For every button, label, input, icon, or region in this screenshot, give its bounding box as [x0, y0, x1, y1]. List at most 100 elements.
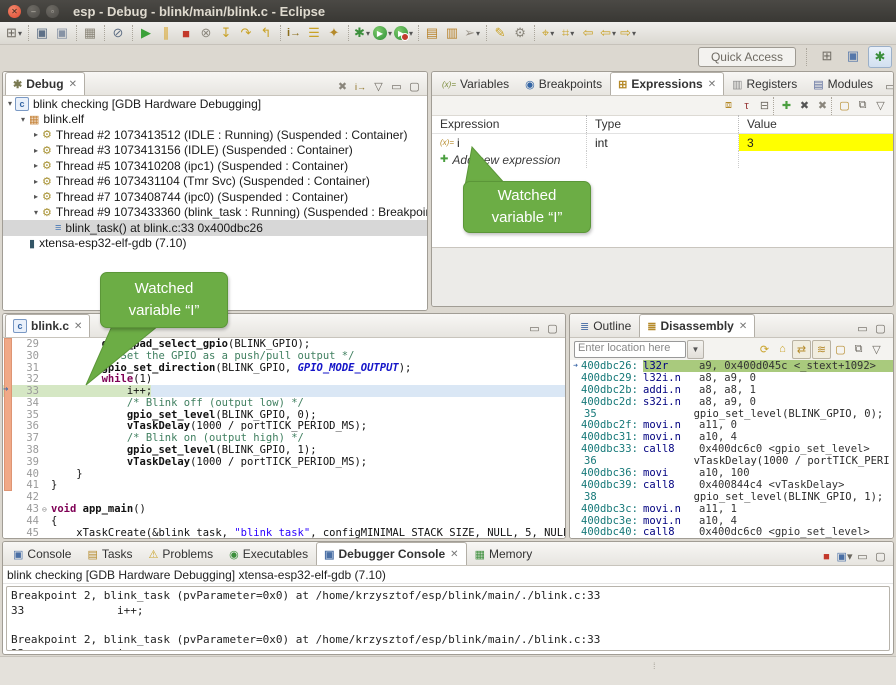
quick-access-box[interactable]: Quick Access	[698, 47, 796, 67]
new-view-button[interactable]: ▢	[836, 97, 853, 114]
tab-console[interactable]: ▣Console	[5, 542, 79, 565]
disassembly-line[interactable]: 400dbc2b:addi.na8, a8, 1	[570, 384, 893, 396]
disassembly-line[interactable]: ➜400dbc26:l32ra9, 0x400d045c <_stext+109…	[570, 360, 893, 372]
expression-value-cell[interactable]: 3	[739, 134, 893, 151]
window-close-button[interactable]: ✕	[8, 5, 21, 18]
dropdown-arrow-icon[interactable]: ▾	[847, 550, 853, 563]
open-connection-button[interactable]: ▤	[423, 24, 441, 42]
tab-debugger-console[interactable]: ▣Debugger Console✕	[316, 542, 466, 565]
disassembly-line[interactable]: 400dbc31:movi.na10, 4	[570, 431, 893, 443]
link-view-button[interactable]: ⧉	[850, 341, 867, 358]
statusbar-grip[interactable]: ⁞	[653, 661, 657, 671]
minimize-button[interactable]: ▭	[854, 548, 871, 565]
flash-target-button[interactable]: ➢▾	[463, 24, 481, 42]
code-line-38[interactable]: 38 gpio_set_level(BLINK_GPIO, 1);	[3, 444, 565, 456]
tab-modules[interactable]: ▤Modules	[805, 72, 881, 95]
close-icon[interactable]: ✕	[69, 79, 77, 90]
disassembly-line[interactable]: 35 gpio_set_level(BLINK_GPIO, 0);	[570, 408, 893, 420]
code-line-37[interactable]: 37 /* Blink on (output high) */	[3, 432, 565, 444]
home-button[interactable]: ⌂	[774, 341, 791, 358]
expression-name-cell[interactable]: (x)=i	[432, 134, 587, 151]
resume-button[interactable]: ▶	[137, 24, 155, 42]
step-return-button[interactable]: ↰	[257, 24, 275, 42]
disassembly-line[interactable]: 400dbc36:movia10, 100	[570, 467, 893, 479]
tab-debug[interactable]: ✱ Debug ✕	[5, 72, 85, 95]
show-debug-views-button[interactable]: ☰	[305, 24, 323, 42]
forward-button[interactable]: ⇨▾	[619, 24, 637, 42]
paintbrush-button[interactable]: ✎	[491, 24, 509, 42]
scroll-lock-button[interactable]: ⌗▾	[559, 24, 577, 42]
save-button[interactable]: ▣	[33, 24, 51, 42]
step-over-button[interactable]: ↷	[237, 24, 255, 42]
disassembly-line[interactable]: 400dbc2f:movi.na11, 0	[570, 419, 893, 431]
run-button[interactable]: ▶▾	[373, 24, 392, 42]
tab-outline[interactable]: ≣Outline	[572, 314, 639, 337]
view-menu-button[interactable]: ▽	[872, 97, 889, 114]
maximize-button[interactable]: ▢	[544, 320, 561, 337]
expression-detail-pane[interactable]	[432, 247, 893, 306]
remove-all-terminated-button[interactable]: ✖	[334, 78, 351, 95]
tab-memory[interactable]: ▦Memory	[467, 542, 541, 565]
step-filters-button[interactable]: ✦	[325, 24, 343, 42]
add-expression-row[interactable]: ✚ Add new expression	[432, 151, 893, 168]
tab-registers[interactable]: ▥Registers	[724, 72, 805, 95]
sync-context-button[interactable]: ⇄	[792, 340, 811, 359]
code-line-34[interactable]: 34 /* Blink off (output low) */	[3, 397, 565, 409]
suspend-button[interactable]: ∥	[157, 24, 175, 42]
maximize-button[interactable]: ▢	[406, 78, 423, 95]
refresh-button[interactable]: ⟳	[756, 341, 773, 358]
disassembly-line[interactable]: 400dbc33:call80x400dc6c0 <gpio_set_level…	[570, 443, 893, 455]
tab-blink-c[interactable]: c blink.c ✕	[5, 314, 90, 337]
disassembly-line[interactable]: 38 gpio_set_level(BLINK_GPIO, 1);	[570, 491, 893, 503]
new-wizard-button[interactable]: ⊞▾	[5, 24, 23, 42]
code-line-43[interactable]: 43⊖void app_main()	[3, 503, 565, 515]
column-header-value[interactable]: Value	[739, 115, 893, 133]
show-logical-structure-button[interactable]: ⧈	[720, 97, 737, 114]
close-icon[interactable]: ✕	[708, 79, 716, 90]
profile-button[interactable]: ▶▾	[394, 24, 413, 42]
expression-row[interactable]: (x)=iint3	[432, 134, 893, 151]
last-edit-location-button[interactable]: ⇦	[579, 24, 597, 42]
dropdown-arrow-icon[interactable]: ▾	[18, 29, 22, 38]
console-output[interactable]: Breakpoint 2, blink_task (pvParameter=0x…	[6, 586, 890, 651]
expression-type-cell[interactable]: int	[587, 134, 739, 151]
column-header-type[interactable]: Type	[587, 115, 739, 133]
dropdown-arrow-icon[interactable]: ▾	[570, 29, 574, 38]
maximize-button[interactable]: ▢	[872, 548, 889, 565]
close-icon[interactable]: ✕	[450, 549, 458, 560]
minimize-button[interactable]: ▭	[388, 78, 405, 95]
debug-tree-item[interactable]: ▾▦blink.elf	[3, 112, 427, 128]
dropdown-arrow-icon[interactable]: ▾	[409, 29, 413, 38]
build-button[interactable]: ▦	[81, 24, 99, 42]
view-menu-button[interactable]: ▽	[370, 78, 387, 95]
disassembly-line[interactable]: 400dbc39:call80x400844c4 <vTaskDelay>	[570, 479, 893, 491]
instruction-stepping-button[interactable]: i→	[285, 24, 303, 42]
code-line-33[interactable]: ➜33 i++;	[3, 385, 565, 397]
debug-button[interactable]: ✱▾	[353, 24, 371, 42]
show-source-button[interactable]: ≋	[812, 340, 831, 359]
location-dropdown-button[interactable]: ▼	[687, 340, 704, 359]
skip-all-breakpoints-button[interactable]: ⊘	[109, 24, 127, 42]
tab-executables[interactable]: ◉Executables	[221, 542, 316, 565]
code-line-44[interactable]: 44{	[3, 515, 565, 527]
disassembly-line[interactable]: 400dbc3c:movi.na11, 1	[570, 503, 893, 515]
window-maximize-button[interactable]: ▫	[46, 5, 59, 18]
open-new-view-button[interactable]: ⧉	[854, 97, 871, 114]
tab-disassembly[interactable]: ≣Disassembly✕	[639, 314, 755, 337]
tab-expressions[interactable]: ⊞Expressions✕	[610, 72, 724, 95]
tab-tasks[interactable]: ▤Tasks	[79, 542, 140, 565]
tab-breakpoints[interactable]: ◉Breakpoints	[517, 72, 610, 95]
tab-variables[interactable]: (x)=Variables	[434, 72, 517, 95]
code-line-45[interactable]: 45 xTaskCreate(&blink_task, "blink_task"…	[3, 527, 565, 539]
debug-tree-item[interactable]: ▸⚙Thread #6 1073431104 (Tmr Svc) (Suspen…	[3, 174, 427, 190]
disassembly-listing[interactable]: ➜400dbc26:l32ra9, 0x400d045c <_stext+109…	[570, 360, 893, 538]
disassembly-line[interactable]: 400dbc40:call80x400dc6c0 <gpio_set_level…	[570, 526, 893, 538]
close-icon[interactable]: ✕	[739, 321, 747, 332]
open-folder-button[interactable]: ▥	[443, 24, 461, 42]
code-line-40[interactable]: 40 }	[3, 468, 565, 480]
debug-tree-item[interactable]: ▾⚙Thread #9 1073433360 (blink_task : Run…	[3, 205, 427, 221]
terminate-button[interactable]: ■	[177, 24, 195, 42]
debug-tree-item[interactable]: ▸⚙Thread #7 1073408744 (ipc0) (Suspended…	[3, 189, 427, 205]
dropdown-arrow-icon[interactable]: ▾	[612, 29, 616, 38]
display-console-button[interactable]: ▣▾	[836, 548, 853, 565]
